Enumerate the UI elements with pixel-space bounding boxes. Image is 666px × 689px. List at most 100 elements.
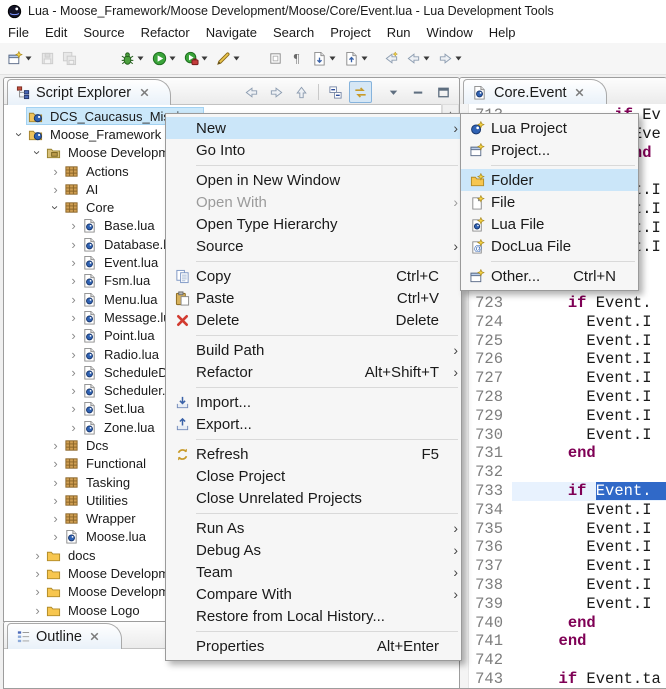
close-icon[interactable] bbox=[572, 85, 588, 101]
menu-item-team[interactable]: Team› bbox=[166, 561, 461, 583]
menu-item-compare-with[interactable]: Compare With› bbox=[166, 583, 461, 605]
menu-item-build-path[interactable]: Build Path› bbox=[166, 339, 461, 361]
chevron-right-icon[interactable]: › bbox=[30, 585, 45, 598]
menu-edit[interactable]: Edit bbox=[37, 23, 75, 42]
chevron-right-icon[interactable]: › bbox=[30, 549, 45, 562]
chevron-down-icon[interactable]: › bbox=[49, 200, 62, 215]
new-wizard-button[interactable] bbox=[4, 46, 36, 72]
dropdown-arrow-icon[interactable] bbox=[136, 56, 145, 61]
dropdown-arrow-icon[interactable] bbox=[454, 56, 463, 61]
menu-file[interactable]: File bbox=[0, 23, 37, 42]
menu-item-copy[interactable]: CopyCtrl+C bbox=[166, 265, 461, 287]
chevron-right-icon[interactable]: › bbox=[66, 366, 81, 379]
dropdown-arrow-icon[interactable] bbox=[232, 56, 241, 61]
chevron-right-icon[interactable]: › bbox=[66, 274, 81, 287]
menu-search[interactable]: Search bbox=[265, 23, 322, 42]
menu-item-source[interactable]: Source› bbox=[166, 235, 461, 257]
dropdown-arrow-icon[interactable] bbox=[422, 56, 431, 61]
menu-project[interactable]: Project bbox=[322, 23, 378, 42]
external-tools-button[interactable] bbox=[180, 46, 212, 72]
close-icon[interactable] bbox=[87, 629, 103, 645]
tab-core-event[interactable]: Core.Event bbox=[463, 79, 607, 105]
menu-refactor[interactable]: Refactor bbox=[133, 23, 198, 42]
chevron-right-icon[interactable]: › bbox=[66, 402, 81, 415]
dropdown-arrow-icon[interactable] bbox=[200, 56, 209, 61]
tab-script-explorer[interactable]: Script Explorer bbox=[7, 79, 171, 105]
menu-item-refactor[interactable]: RefactorAlt+Shift+T› bbox=[166, 361, 461, 383]
dropdown-arrow-icon[interactable] bbox=[24, 56, 33, 61]
forward-button[interactable] bbox=[434, 46, 466, 72]
menu-item-close-unrelated-projects[interactable]: Close Unrelated Projects bbox=[166, 487, 461, 509]
menu-item-go-into[interactable]: Go Into bbox=[166, 139, 461, 161]
chevron-right-icon[interactable]: › bbox=[48, 165, 63, 178]
maximize-button[interactable] bbox=[432, 81, 455, 103]
menu-item-other[interactable]: Other...Ctrl+N bbox=[461, 265, 638, 287]
run-button[interactable] bbox=[148, 46, 180, 72]
menu-item-run-as[interactable]: Run As› bbox=[166, 517, 461, 539]
menu-item-doclua-file[interactable]: @DocLua File bbox=[461, 235, 638, 257]
dropdown-arrow-icon[interactable] bbox=[360, 56, 369, 61]
menu-item-open-in-new-window[interactable]: Open in New Window bbox=[166, 169, 461, 191]
close-icon[interactable] bbox=[136, 85, 152, 101]
next-annotation-button[interactable] bbox=[308, 46, 340, 72]
forward-button[interactable] bbox=[265, 81, 288, 103]
back-button[interactable] bbox=[240, 81, 263, 103]
menu-item-delete[interactable]: DeleteDelete bbox=[166, 309, 461, 331]
chevron-right-icon[interactable]: › bbox=[48, 439, 63, 452]
chevron-right-icon[interactable]: › bbox=[48, 512, 63, 525]
dropdown-arrow-icon[interactable] bbox=[168, 56, 177, 61]
annotate-button[interactable] bbox=[212, 46, 244, 72]
menu-item-paste[interactable]: PasteCtrl+V bbox=[166, 287, 461, 309]
chevron-right-icon[interactable]: › bbox=[66, 293, 81, 306]
chevron-right-icon[interactable]: › bbox=[48, 476, 63, 489]
dropdown-arrow-icon[interactable] bbox=[328, 56, 337, 61]
collapse-all-button[interactable] bbox=[324, 81, 347, 103]
chevron-right-icon[interactable]: › bbox=[66, 329, 81, 342]
menu-item-new[interactable]: New› bbox=[166, 117, 461, 139]
menu-item-project[interactable]: Project... bbox=[461, 139, 638, 161]
previous-annotation-button[interactable] bbox=[340, 46, 372, 72]
up-button[interactable] bbox=[290, 81, 313, 103]
menu-item-open-type-hierarchy[interactable]: Open Type Hierarchy bbox=[166, 213, 461, 235]
chevron-right-icon[interactable]: › bbox=[30, 604, 45, 617]
chevron-down-icon[interactable]: › bbox=[13, 127, 26, 142]
chevron-right-icon[interactable]: › bbox=[48, 530, 63, 543]
menu-navigate[interactable]: Navigate bbox=[198, 23, 265, 42]
menu-item-debug-as[interactable]: Debug As› bbox=[166, 539, 461, 561]
chevron-right-icon[interactable]: › bbox=[66, 421, 81, 434]
back-button[interactable] bbox=[402, 46, 434, 72]
menu-item-export[interactable]: Export... bbox=[166, 413, 461, 435]
menu-item-file[interactable]: File bbox=[461, 191, 638, 213]
menu-item-restore-from-local-history[interactable]: Restore from Local History... bbox=[166, 605, 461, 627]
chevron-right-icon[interactable]: › bbox=[66, 348, 81, 361]
chevron-right-icon[interactable]: › bbox=[66, 256, 81, 269]
chevron-right-icon[interactable]: › bbox=[48, 183, 63, 196]
mark-occurrences-button[interactable] bbox=[264, 46, 286, 72]
menu-window[interactable]: Window bbox=[419, 23, 481, 42]
menu-run[interactable]: Run bbox=[379, 23, 419, 42]
link-with-editor-button[interactable] bbox=[349, 81, 372, 103]
minimize-button[interactable] bbox=[407, 81, 430, 103]
view-menu-button[interactable] bbox=[382, 81, 405, 103]
menu-help[interactable]: Help bbox=[481, 23, 524, 42]
debug-button[interactable] bbox=[116, 46, 148, 72]
chevron-right-icon[interactable]: › bbox=[48, 494, 63, 507]
menu-item-folder[interactable]: Folder bbox=[461, 169, 638, 191]
menu-item-lua-file[interactable]: Lua File bbox=[461, 213, 638, 235]
chevron-right-icon[interactable]: › bbox=[66, 238, 81, 251]
chevron-right-icon[interactable]: › bbox=[66, 219, 81, 232]
menu-item-close-project[interactable]: Close Project bbox=[166, 465, 461, 487]
last-edit-location-button[interactable] bbox=[380, 46, 402, 72]
chevron-right-icon[interactable]: › bbox=[66, 384, 81, 397]
chevron-down-icon[interactable]: › bbox=[31, 145, 44, 160]
menu-item-properties[interactable]: PropertiesAlt+Enter bbox=[166, 635, 461, 657]
menu-source[interactable]: Source bbox=[75, 23, 132, 42]
chevron-right-icon[interactable]: › bbox=[66, 311, 81, 324]
chevron-right-icon[interactable]: › bbox=[30, 567, 45, 580]
show-whitespace-button[interactable]: ¶ bbox=[286, 46, 308, 72]
menu-item-refresh[interactable]: RefreshF5 bbox=[166, 443, 461, 465]
menu-item-import[interactable]: Import... bbox=[166, 391, 461, 413]
menu-item-lua-project[interactable]: Lua Project bbox=[461, 117, 638, 139]
chevron-right-icon[interactable]: › bbox=[48, 457, 63, 470]
tab-outline[interactable]: Outline bbox=[7, 623, 122, 649]
